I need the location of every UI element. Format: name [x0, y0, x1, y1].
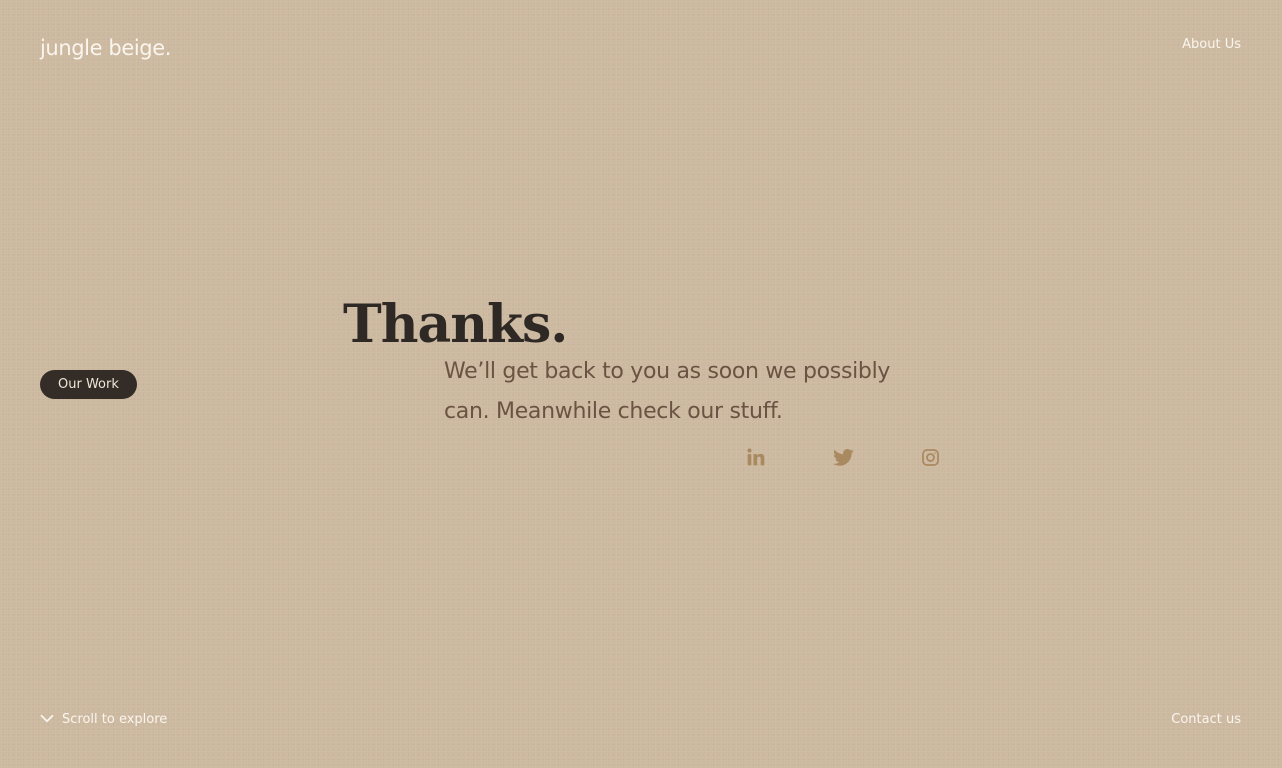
thanks-message: We’ll get back to you as soon we possibl…: [444, 359, 891, 424]
contact-us-link[interactable]: Contact us: [1171, 712, 1241, 727]
instagram-link[interactable]: [919, 446, 941, 468]
twitter-link[interactable]: [832, 446, 854, 468]
scroll-to-explore[interactable]: Scroll to explore: [40, 712, 167, 727]
linkedin-icon: [746, 447, 766, 467]
twitter-icon: [832, 447, 854, 468]
page-title: Thanks.: [343, 294, 568, 355]
our-work-button[interactable]: Our Work: [40, 370, 137, 399]
about-us-link[interactable]: About Us: [1182, 37, 1241, 52]
instagram-icon: [921, 448, 940, 467]
logo[interactable]: jungle beige.: [40, 36, 171, 60]
scroll-label: Scroll to explore: [62, 712, 168, 727]
chevron-down-icon: [40, 712, 54, 727]
linkedin-link[interactable]: [745, 446, 767, 468]
